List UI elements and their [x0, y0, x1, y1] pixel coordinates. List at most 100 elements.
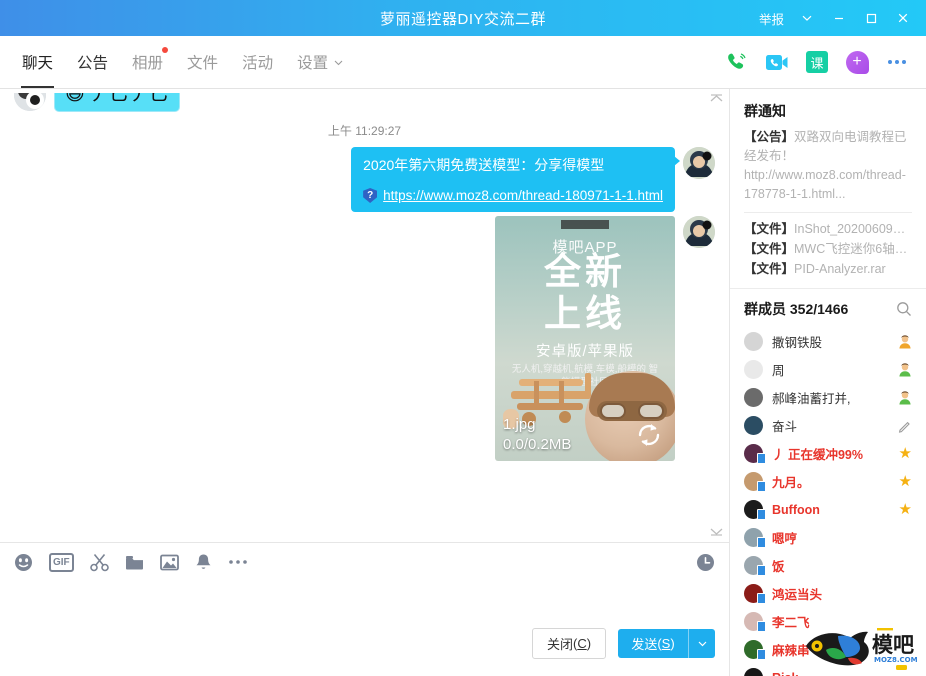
star-icon[interactable]: ★ — [899, 446, 912, 461]
avatar[interactable] — [744, 612, 766, 633]
message-row-image-upload: 模吧APP 全新 上线 安卓版/苹果版 无人机,穿越机,航模,车模,船模的 智能… — [14, 216, 715, 461]
close-icon[interactable] — [888, 3, 918, 33]
message-text: 2020年第六期免费送模型：分享得模型 — [363, 157, 605, 173]
image-icon[interactable] — [159, 554, 179, 571]
group-announcement[interactable]: 【公告】双路双向电调教程已经发布！ http://www.moz8.com/th… — [744, 128, 912, 204]
history-clock-icon[interactable] — [696, 553, 715, 572]
class-icon[interactable]: 课 — [804, 49, 830, 75]
avatar[interactable] — [744, 416, 763, 436]
member-list-item[interactable]: 撒钢铁股 — [730, 328, 926, 356]
minimize-icon[interactable] — [824, 3, 854, 33]
mobile-badge-icon — [757, 621, 766, 633]
tab-settings-label: 设置 — [297, 55, 329, 72]
more-dots — [888, 60, 906, 64]
file-tag: 【文件】 — [744, 222, 795, 236]
avatar[interactable] — [744, 444, 766, 465]
member-list-item[interactable]: Buffoon ★ — [730, 496, 926, 524]
report-button[interactable]: 举报 — [753, 7, 790, 30]
tab-activity[interactable]: 活动 — [230, 36, 285, 88]
member-list-item[interactable]: 饭 — [730, 552, 926, 580]
more-icon[interactable] — [884, 49, 910, 75]
video-call-icon[interactable] — [764, 49, 790, 75]
avatar[interactable] — [683, 216, 715, 248]
message-link[interactable]: https://www.moz8.com/thread-180971-1-1.h… — [383, 188, 663, 203]
more-tools-icon[interactable] — [228, 559, 248, 565]
message-bubble-outgoing[interactable]: 2020年第六期免费送模型：分享得模型 ? https://www.moz8.c… — [351, 147, 680, 212]
member-list-item[interactable]: 李二飞 — [730, 608, 926, 636]
member-status: ★ — [899, 502, 912, 517]
avatar[interactable] — [744, 640, 766, 661]
scroll-down-arrow[interactable] — [708, 525, 724, 537]
message-list[interactable]: 😄 丿匕丿匕 上午 11:29:27 2020年第六期免费送模型：分享得模型 ? — [0, 89, 729, 542]
member-name: 鸿运当头 — [772, 588, 823, 603]
image-upload-card[interactable]: 模吧APP 全新 上线 安卓版/苹果版 无人机,穿越机,航模,车模,船模的 智能… — [495, 216, 675, 461]
member-list-item[interactable]: 周 — [730, 356, 926, 384]
gif-icon[interactable]: GIF — [49, 552, 74, 572]
pencil-icon[interactable] — [898, 419, 912, 433]
avatar[interactable] — [744, 332, 763, 352]
star-icon[interactable]: ★ — [899, 474, 912, 489]
album-badge-dot — [162, 47, 169, 53]
poster-headline-1: 全新 — [544, 251, 626, 292]
avatar[interactable] — [744, 584, 766, 605]
avatar[interactable] — [744, 500, 766, 521]
scroll-up-arrow[interactable] — [708, 92, 724, 104]
send-button[interactable]: 发送(S) — [618, 629, 688, 658]
tab-chat-label: 聊天 — [22, 55, 54, 72]
avatar[interactable] — [744, 360, 763, 380]
screenshot-icon[interactable] — [89, 553, 109, 572]
member-name: 九月。 — [772, 476, 810, 491]
add-icon[interactable]: + — [844, 49, 870, 75]
member-list-item[interactable]: 鸿运当头 — [730, 580, 926, 608]
avatar-image — [744, 668, 763, 676]
avatar[interactable] — [744, 668, 763, 676]
close-button[interactable]: 关闭(C) — [532, 627, 606, 659]
member-list-item[interactable]: 嗯哼 — [730, 524, 926, 552]
member-list-item[interactable]: 麻辣串 — [730, 636, 926, 664]
member-list-item[interactable]: 丿 正在缓冲99% ★ — [730, 440, 926, 468]
announcement-url[interactable]: http://www.moz8.com/thread-178778-1-1.ht… — [744, 168, 906, 201]
member-list[interactable]: 撒钢铁股周郝峰油蓄打并, 奋斗丿 正在缓冲99% ★ 九月。 ★ Buffoon ★ 嗯哼饭鸿… — [730, 328, 926, 676]
mobile-badge-icon — [757, 565, 766, 577]
avatar[interactable] — [683, 147, 715, 179]
folder-icon[interactable] — [125, 554, 144, 571]
tab-announcement[interactable]: 公告 — [65, 36, 120, 88]
member-list-item[interactable]: 九月。 ★ — [730, 468, 926, 496]
shake-icon[interactable] — [195, 553, 212, 572]
poster-headline-2: 上线 — [544, 293, 626, 334]
upload-spinner-icon[interactable] — [635, 421, 663, 449]
mobile-badge-icon — [757, 649, 766, 661]
emoji-icon[interactable] — [14, 553, 33, 572]
window-controls: 举报 — [753, 3, 926, 33]
tab-settings[interactable]: 设置 — [285, 36, 356, 88]
group-file-item[interactable]: 【文件】MWC飞控迷你6轴实... — [744, 239, 912, 259]
tab-chat[interactable]: 聊天 — [10, 36, 65, 88]
avatar-image — [744, 332, 763, 352]
avatar[interactable] — [744, 528, 766, 549]
avatar[interactable] — [744, 472, 766, 493]
file-name: MWC飞控迷你6轴实... — [794, 242, 912, 256]
send-button-label: 发送 — [631, 636, 658, 652]
group-file-item[interactable]: 【文件】PID-Analyzer.rar — [744, 259, 912, 279]
search-icon[interactable] — [896, 301, 912, 317]
member-status: ★ — [899, 446, 912, 461]
send-options-chevron-down-icon[interactable] — [688, 628, 715, 658]
member-name: 嗯哼 — [772, 532, 798, 547]
member-name: 饭 — [772, 560, 785, 575]
qq-group-chat-window: 萝丽遥控器DIY交流二群 举报 聊天 公告 相册 文件 活动 设置 课 + 😄 … — [0, 0, 926, 676]
tab-album[interactable]: 相册 — [120, 36, 175, 88]
voice-call-icon[interactable] — [724, 49, 750, 75]
message-input[interactable] — [0, 581, 729, 618]
star-icon[interactable]: ★ — [899, 502, 912, 517]
chevron-down-icon[interactable] — [792, 3, 822, 33]
member-list-item[interactable]: 奋斗 — [730, 412, 926, 440]
group-file-item[interactable]: 【文件】InShot_20200609_0... — [744, 219, 912, 239]
avatar[interactable] — [744, 556, 766, 577]
maximize-icon[interactable] — [856, 3, 886, 33]
send-button-accel: S — [661, 635, 671, 651]
member-status — [898, 391, 912, 405]
tab-files[interactable]: 文件 — [175, 36, 230, 88]
avatar[interactable] — [744, 388, 763, 408]
member-list-item[interactable]: Risk — [730, 664, 926, 676]
member-list-item[interactable]: 郝峰油蓄打并, — [730, 384, 926, 412]
